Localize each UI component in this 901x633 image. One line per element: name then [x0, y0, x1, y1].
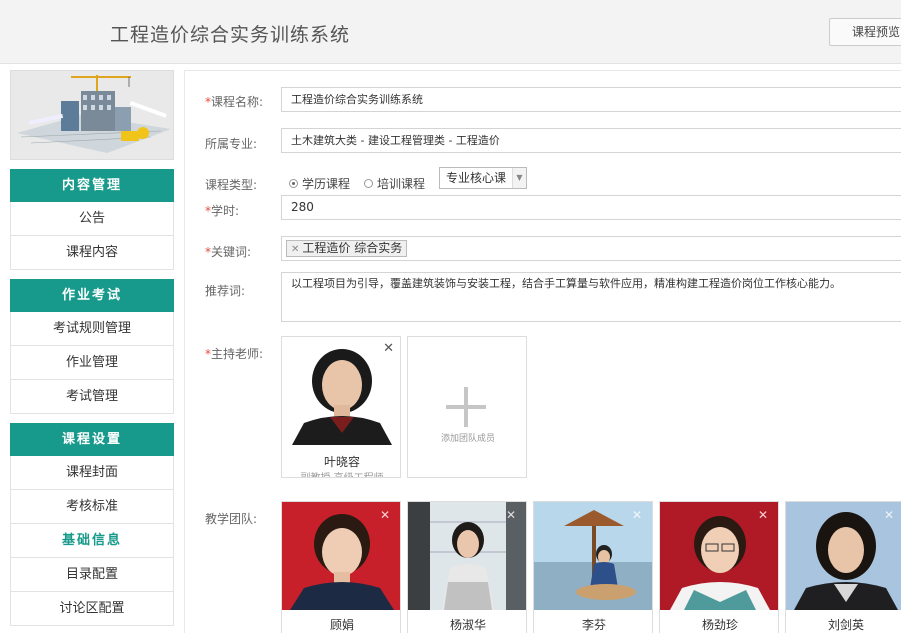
major-field[interactable]: 土木建筑大类 - 建设工程管理类 - 工程造价	[281, 128, 901, 153]
chevron-down-icon: ▼	[512, 168, 526, 188]
hours-field[interactable]: 280	[281, 195, 901, 220]
sidebar-item-basic-info[interactable]: 基础信息	[10, 524, 174, 558]
team-member-card[interactable]: ✕ 杨淑华	[407, 501, 527, 633]
sidebar-item-exams[interactable]: 考试管理	[10, 380, 174, 414]
section-homework-exam: 作业考试	[10, 279, 174, 312]
course-name-field[interactable]: 工程造价综合实务训练系统	[281, 87, 901, 112]
sidebar-item-catalog-config[interactable]: 目录配置	[10, 558, 174, 592]
sidebar-item-forum-config[interactable]: 讨论区配置	[10, 592, 174, 626]
sidebar: 内容管理 公告 课程内容 作业考试 考试规则管理 作业管理 考试管理 课程设置 …	[10, 70, 174, 626]
host-teacher-label: *主持老师:	[205, 347, 264, 361]
recommend-textarea[interactable]: 以工程项目为引导，覆盖建筑装饰与安装工程，结合手工算量与软件应用，精准构建工程造…	[281, 272, 901, 322]
course-cover-thumbnail	[10, 70, 174, 160]
section-content-management: 内容管理	[10, 169, 174, 202]
radio-training-course-label: 培训课程	[377, 177, 426, 191]
basic-info-form: *课程名称: 工程造价综合实务训练系统 所属专业: 土木建筑大类 - 建设工程管…	[184, 70, 901, 633]
host-teacher-title: 副教授 高级工程师	[282, 469, 400, 477]
sidebar-item-course-cover[interactable]: 课程封面	[10, 456, 174, 490]
add-team-member-button[interactable]: 添加团队成员	[407, 336, 527, 478]
remove-member-icon[interactable]: ✕	[380, 508, 390, 522]
hours-label: *学时:	[205, 204, 240, 218]
remove-member-icon[interactable]: ✕	[758, 508, 768, 522]
team-member-card[interactable]: ✕ 刘剑英	[785, 501, 901, 633]
team-member-card[interactable]: ✕ 顾娟	[281, 501, 401, 633]
teaching-team-label: 教学团队:	[205, 512, 258, 526]
course-category-value: 专业核心课	[446, 171, 507, 185]
team-member-name: 杨淑华	[449, 618, 486, 632]
team-member-name: 李芬	[581, 618, 606, 632]
course-type-radios: 学历课程 培训课程	[289, 175, 425, 192]
host-teacher-name: 叶晓容	[323, 455, 360, 469]
course-name-label: *课程名称:	[205, 95, 264, 109]
host-teacher-card[interactable]: ✕ 叶晓容 副教授 高级工程师	[281, 336, 401, 478]
course-preview-button[interactable]: 课程预览	[829, 18, 901, 46]
app-title: 工程造价综合实务训练系统	[110, 24, 351, 46]
radio-degree-course-label: 学历课程	[302, 177, 351, 191]
remove-member-icon[interactable]: ✕	[506, 508, 516, 522]
sidebar-item-assessment-criteria[interactable]: 考核标准	[10, 490, 174, 524]
section-course-settings: 课程设置	[10, 423, 174, 456]
add-team-member-label: 添加团队成员	[440, 434, 495, 444]
remove-tag-icon[interactable]: ✕	[291, 244, 299, 255]
team-member-name: 刘剑英	[827, 618, 864, 632]
course-type-label: 课程类型:	[205, 178, 258, 192]
team-member-card[interactable]: ✕ 杨劲珍	[659, 501, 779, 633]
sidebar-item-exam-rules[interactable]: 考试规则管理	[10, 312, 174, 346]
recommend-label: 推荐词:	[205, 284, 246, 298]
sidebar-item-course-content[interactable]: 课程内容	[10, 236, 174, 270]
plus-icon	[446, 387, 486, 427]
keyword-tag[interactable]: ✕ 工程造价 综合实务	[286, 240, 408, 257]
course-category-select[interactable]: 专业核心课 ▼	[439, 167, 527, 189]
sidebar-item-homework[interactable]: 作业管理	[10, 346, 174, 380]
keywords-label: *关键词:	[205, 245, 252, 259]
remove-member-icon[interactable]: ✕	[884, 508, 894, 522]
radio-training-course[interactable]	[364, 179, 374, 188]
keyword-tag-text: 工程造价 综合实务	[302, 241, 403, 255]
sidebar-item-announcement[interactable]: 公告	[10, 202, 174, 236]
team-member-name: 顾娟	[329, 618, 354, 632]
remove-member-icon[interactable]: ✕	[632, 508, 642, 522]
team-member-name: 杨劲珍	[701, 618, 738, 632]
major-label: 所属专业:	[205, 137, 258, 151]
top-bar: 工程造价综合实务训练系统 课程预览	[0, 0, 901, 64]
radio-degree-course[interactable]	[289, 179, 298, 188]
team-member-card[interactable]: ✕ 李芬	[533, 501, 653, 633]
remove-host-icon[interactable]: ✕	[383, 341, 394, 356]
